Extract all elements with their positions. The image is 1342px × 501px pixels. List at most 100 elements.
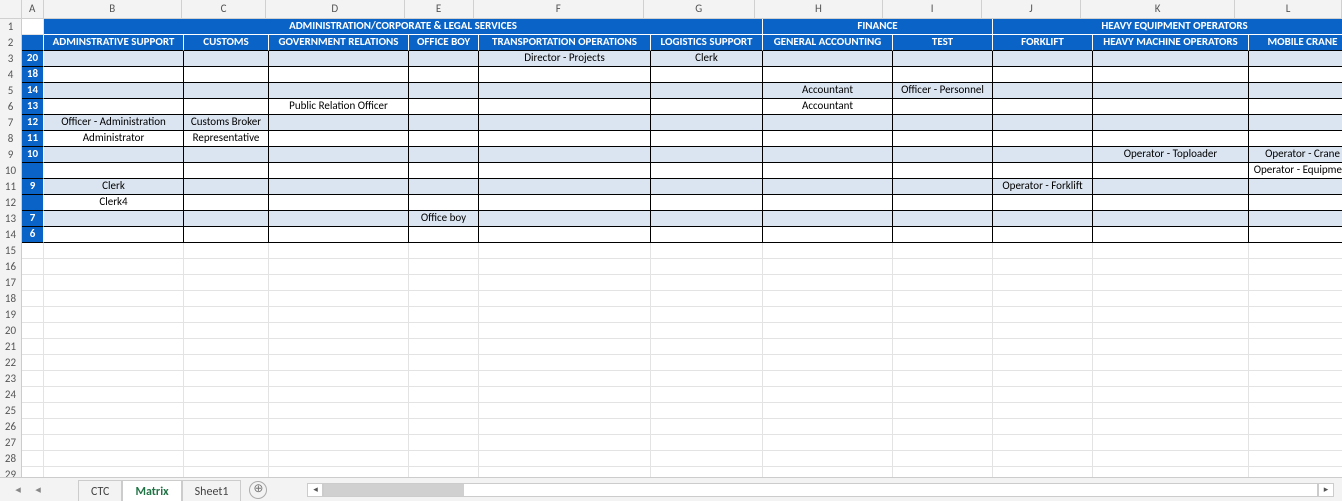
cell-C[interactable]: Customs Broker [184, 115, 269, 131]
cell-B[interactable] [44, 371, 184, 387]
row-header-1[interactable]: 1 [0, 19, 22, 35]
cell-H[interactable] [763, 67, 893, 83]
cell-D[interactable] [269, 403, 409, 419]
cell-B[interactable] [44, 51, 184, 67]
row-header[interactable]: 14 [0, 227, 22, 243]
cell-J[interactable] [993, 83, 1093, 99]
row-header[interactable]: 25 [0, 403, 22, 419]
cell-A[interactable] [22, 355, 44, 371]
cell-I[interactable] [893, 339, 993, 355]
cell-K[interactable] [1093, 403, 1249, 419]
section-header-heavy[interactable]: HEAVY EQUIPMENT OPERATORS [993, 19, 1342, 35]
cell-A2[interactable] [22, 35, 44, 51]
cell-J[interactable] [993, 467, 1093, 477]
row-header[interactable]: 24 [0, 387, 22, 403]
cell-K[interactable] [1093, 387, 1249, 403]
cell-A[interactable]: 9 [22, 179, 44, 195]
cell-A[interactable] [22, 339, 44, 355]
cell-B[interactable] [44, 339, 184, 355]
cell-I[interactable] [893, 99, 993, 115]
cell-I[interactable] [893, 435, 993, 451]
cell-E[interactable] [409, 451, 479, 467]
cell-K[interactable] [1093, 99, 1249, 115]
cell-F[interactable] [479, 307, 651, 323]
cell-L[interactable] [1249, 115, 1342, 131]
row-header[interactable]: 12 [0, 195, 22, 211]
col-header-K[interactable]: K [1081, 0, 1235, 18]
cell-D[interactable] [269, 259, 409, 275]
row-header[interactable]: 7 [0, 115, 22, 131]
cell-I[interactable] [893, 291, 993, 307]
cell-J[interactable] [993, 211, 1093, 227]
cell-D[interactable] [269, 339, 409, 355]
cell-H[interactable] [763, 211, 893, 227]
cell-G[interactable]: Clerk [651, 51, 763, 67]
cell-E[interactable] [409, 307, 479, 323]
cell-K[interactable] [1093, 275, 1249, 291]
cell-F[interactable] [479, 371, 651, 387]
cell-E[interactable] [409, 339, 479, 355]
cell-J[interactable] [993, 403, 1093, 419]
cell-C[interactable] [184, 403, 269, 419]
cell-K[interactable] [1093, 179, 1249, 195]
cell-L[interactable] [1249, 323, 1342, 339]
cell-G[interactable] [651, 275, 763, 291]
cell-L[interactable] [1249, 243, 1342, 259]
cell-G[interactable] [651, 131, 763, 147]
sub-E[interactable]: OFFICE BOY [409, 35, 479, 51]
cell-H[interactable] [763, 131, 893, 147]
row-header[interactable]: 27 [0, 435, 22, 451]
cell-J[interactable] [993, 163, 1093, 179]
cell-F[interactable] [479, 195, 651, 211]
cell-B[interactable] [44, 467, 184, 477]
cell-D[interactable] [269, 115, 409, 131]
sub-L[interactable]: MOBILE CRANE [1249, 35, 1342, 51]
cell-K[interactable] [1093, 227, 1249, 243]
sub-J[interactable]: FORKLIFT [993, 35, 1093, 51]
sub-C[interactable]: CUSTOMS [184, 35, 269, 51]
cell-G[interactable] [651, 467, 763, 477]
cell-C[interactable] [184, 291, 269, 307]
cell-K[interactable] [1093, 419, 1249, 435]
cell-L[interactable]: Operator - Equipment [1249, 163, 1342, 179]
cell-A[interactable] [22, 291, 44, 307]
row-header[interactable]: 28 [0, 451, 22, 467]
cell-F[interactable] [479, 467, 651, 477]
cell-F[interactable] [479, 131, 651, 147]
cell-A[interactable]: 20 [22, 51, 44, 67]
cell-I[interactable] [893, 67, 993, 83]
cell-K[interactable] [1093, 83, 1249, 99]
sub-G[interactable]: LOGISTICS SUPPORT [651, 35, 763, 51]
cell-G[interactable] [651, 243, 763, 259]
cell-K[interactable] [1093, 323, 1249, 339]
cell-A[interactable] [22, 419, 44, 435]
row-header[interactable]: 9 [0, 147, 22, 163]
col-header-I[interactable]: I [883, 0, 982, 18]
nav-prev-icon[interactable]: ◂ [28, 480, 48, 500]
cell-D[interactable] [269, 419, 409, 435]
cell-L[interactable] [1249, 467, 1342, 477]
cell-F[interactable] [479, 275, 651, 291]
row-header[interactable]: 13 [0, 211, 22, 227]
cell-I[interactable] [893, 467, 993, 477]
cell-K[interactable] [1093, 67, 1249, 83]
cell-G[interactable] [651, 163, 763, 179]
cell-C[interactable] [184, 419, 269, 435]
row-header[interactable]: 22 [0, 355, 22, 371]
cell-I[interactable] [893, 371, 993, 387]
cell-H[interactable]: Accountant [763, 83, 893, 99]
cell-F[interactable] [479, 115, 651, 131]
cell-G[interactable] [651, 147, 763, 163]
cell-B[interactable]: Administrator [44, 131, 184, 147]
cell-F[interactable] [479, 99, 651, 115]
cell-K[interactable] [1093, 163, 1249, 179]
cell-B[interactable]: Officer - Administration [44, 115, 184, 131]
cell-B[interactable] [44, 307, 184, 323]
cell-E[interactable] [409, 243, 479, 259]
cell-D[interactable] [269, 435, 409, 451]
row-header[interactable]: 5 [0, 83, 22, 99]
cell-I[interactable] [893, 179, 993, 195]
cell-D[interactable]: Public Relation Officer [269, 99, 409, 115]
cell-K[interactable] [1093, 211, 1249, 227]
cell-G[interactable] [651, 259, 763, 275]
